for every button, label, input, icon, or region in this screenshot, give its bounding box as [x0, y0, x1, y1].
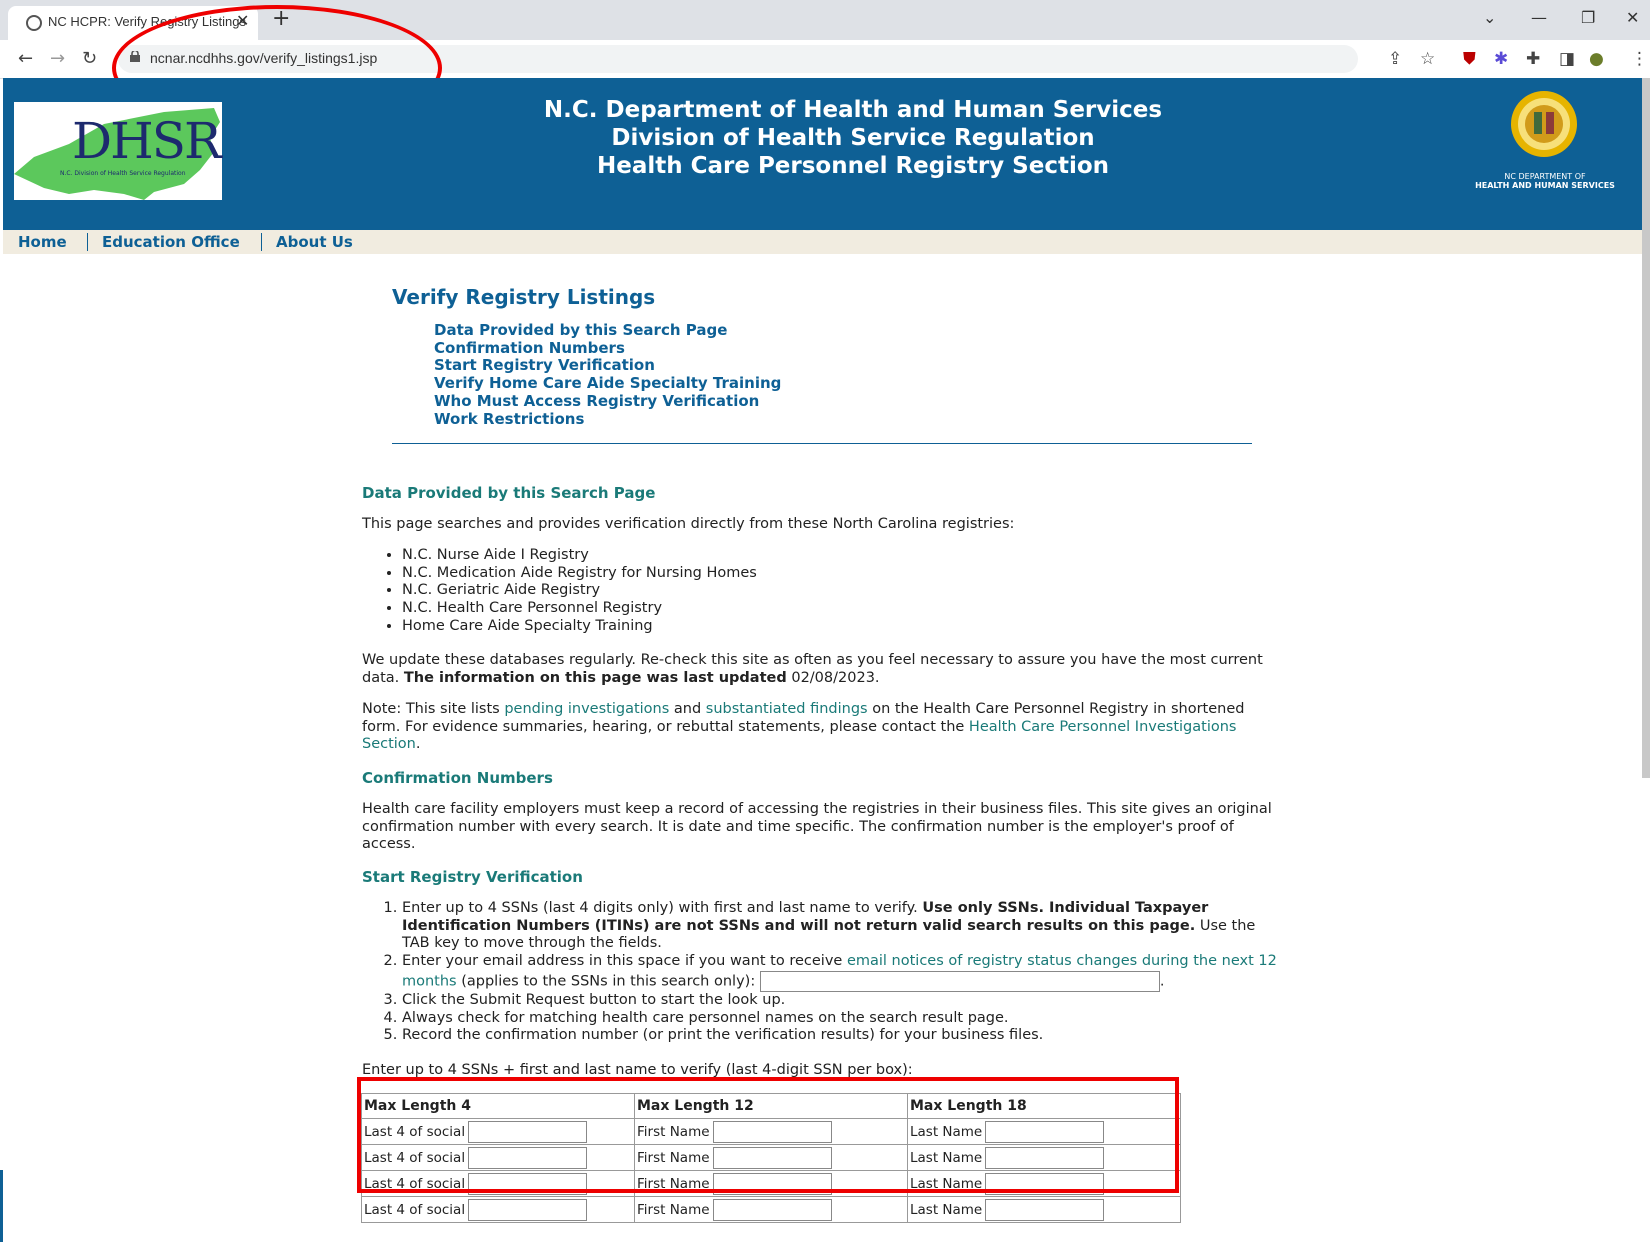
logo-subtext: N.C. Division of Health Service Regulati… — [60, 170, 186, 177]
step-text: Enter your email address in this space i… — [402, 953, 843, 970]
first-name-label: First Name — [637, 1201, 710, 1218]
extensions-puzzle-icon[interactable]: ✚ — [1526, 49, 1540, 69]
toc-link[interactable]: Data Provided by this Search Page — [434, 321, 781, 340]
list-item: Record the confirmation number (or print… — [402, 1027, 1282, 1045]
menu-kebab-icon[interactable]: ⋮ — [1631, 49, 1648, 69]
note-text: Note: This site lists — [362, 701, 500, 717]
first-name-input[interactable] — [712, 1198, 832, 1221]
close-window-icon[interactable]: ✕ — [1626, 8, 1639, 27]
intro-text: This page searches and provides verifica… — [362, 516, 1015, 532]
bookmark-star-icon[interactable]: ☆ — [1420, 49, 1435, 69]
header-title-line: N.C. Department of Health and Human Serv… — [543, 97, 1163, 123]
divider — [392, 443, 1252, 444]
extension-gear-icon[interactable]: ✱ — [1494, 49, 1508, 69]
steps-list: Enter up to 4 SSNs (last 4 digits only) … — [362, 900, 1282, 1045]
restore-icon[interactable]: ❐ — [1581, 8, 1595, 27]
toc-link[interactable]: Work Restrictions — [434, 410, 781, 429]
confirmation-text: Health care facility employers must keep… — [362, 801, 1272, 852]
seal-caption-line: HEALTH AND HUMAN SERVICES — [1475, 181, 1615, 190]
update-date: 02/08/2023. — [791, 669, 880, 686]
substantiated-findings-link[interactable]: substantiated findings — [706, 701, 868, 717]
registry-list: N.C. Nurse Aide I Registry N.C. Medicati… — [362, 547, 757, 636]
ssn-input[interactable] — [468, 1198, 588, 1221]
note-paragraph: Note: This site lists pending investigat… — [362, 701, 1282, 754]
note-text: . — [415, 736, 421, 752]
state-seal-icon[interactable] — [1510, 90, 1578, 158]
list-item: N.C. Medication Aide Registry for Nursin… — [402, 565, 757, 583]
list-item: N.C. Health Care Personnel Registry — [402, 600, 757, 618]
list-item: N.C. Nurse Aide I Registry — [402, 547, 757, 565]
scrollbar[interactable] — [1642, 78, 1650, 778]
email-input[interactable] — [759, 970, 1160, 992]
list-item: Enter up to 4 SSNs (last 4 digits only) … — [402, 900, 1282, 953]
ssn-label: Last 4 of social — [364, 1201, 466, 1218]
list-item: Enter your email address in this space i… — [402, 953, 1282, 992]
menu-about-us[interactable]: About Us — [276, 233, 353, 251]
back-icon[interactable]: ← — [18, 48, 33, 69]
list-item: Click the Submit Request button to start… — [402, 992, 1282, 1010]
left-edge-bar — [0, 1170, 3, 1242]
step-text: Enter up to 4 SSNs (last 4 digits only) … — [402, 900, 918, 916]
forward-icon[interactable]: → — [50, 48, 65, 69]
ublock-icon[interactable]: ⛊ — [1463, 49, 1476, 69]
toc-link[interactable]: Confirmation Numbers — [434, 339, 781, 358]
page-title: Verify Registry Listings — [392, 285, 656, 309]
dhsr-logo[interactable]: DHSR N.C. Division of Health Service Reg… — [14, 102, 222, 200]
seal-caption-line: NC DEPARTMENT OF — [1504, 172, 1586, 181]
toc-link[interactable]: Verify Home Care Aide Specialty Training — [434, 374, 781, 393]
header-title-line: Health Care Personnel Registry Section — [596, 153, 1110, 179]
profile-avatar-icon[interactable]: ● — [1589, 49, 1604, 69]
menu-home[interactable]: Home — [18, 233, 67, 251]
menu-education-office[interactable]: Education Office — [102, 233, 240, 251]
section-title-data: Data Provided by this Search Page — [362, 484, 656, 502]
last-name-input[interactable] — [985, 1198, 1105, 1221]
table-row: Last 4 of social First Name Last Name — [361, 1196, 1181, 1223]
menu-divider — [261, 233, 262, 251]
header-title-line: Division of Health Service Regulation — [611, 125, 1095, 151]
update-paragraph: We update these databases regularly. Re-… — [362, 652, 1282, 687]
globe-icon — [26, 15, 42, 31]
share-icon[interactable]: ⇪ — [1388, 49, 1402, 69]
top-menu: Home Education Office About Us — [3, 230, 1642, 254]
minimize-icon[interactable]: — — [1531, 8, 1547, 27]
section-title-start: Start Registry Verification — [362, 868, 583, 886]
toc-link[interactable]: Start Registry Verification — [434, 357, 781, 375]
step-text: (applies to the SSNs in this search only… — [461, 973, 756, 990]
toc-link[interactable]: Who Must Access Registry Verification — [434, 392, 781, 411]
pending-investigations-link[interactable]: pending investigations — [504, 701, 669, 717]
annotation-rectangle — [357, 1077, 1179, 1193]
list-item: Always check for matching health care pe… — [402, 1010, 1282, 1028]
menu-divider — [87, 233, 88, 251]
last-name-label: Last Name — [910, 1201, 983, 1218]
seal-caption: NC DEPARTMENT OF HEALTH AND HUMAN SERVIC… — [1453, 172, 1637, 190]
side-panel-icon[interactable]: ◨ — [1559, 49, 1575, 69]
tab-search-icon[interactable]: ⌄ — [1483, 8, 1496, 27]
section-title-confirmation: Confirmation Numbers — [362, 769, 553, 787]
site-header: DHSR N.C. Division of Health Service Reg… — [3, 78, 1642, 230]
list-item: N.C. Geriatric Aide Registry — [402, 582, 757, 600]
header-titles: N.C. Department of Health and Human Serv… — [403, 96, 1303, 180]
update-bold: The information on this page was last up… — [403, 669, 787, 686]
note-text: and — [673, 701, 702, 717]
list-item: Home Care Aide Specialty Training — [402, 618, 757, 636]
table-of-contents: Data Provided by this Search Page Confir… — [434, 321, 781, 429]
logo-text: DHSR — [72, 112, 222, 170]
reload-icon[interactable]: ↻ — [82, 48, 97, 69]
